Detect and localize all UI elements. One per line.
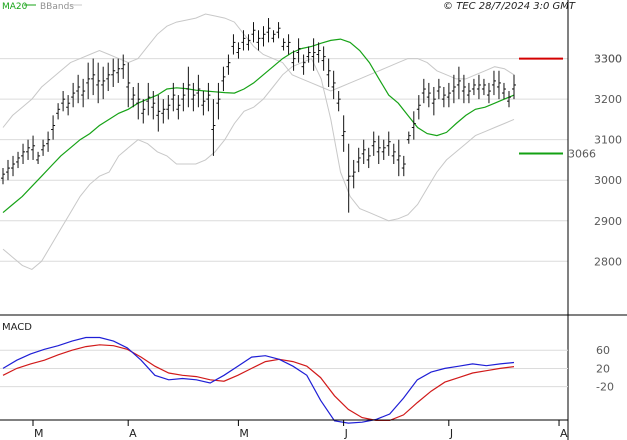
- month-label: M: [34, 427, 44, 440]
- macd-tick-label: -20: [596, 381, 614, 394]
- price-tick-label: 3100: [594, 134, 622, 147]
- macd-tick-label: 20: [596, 362, 610, 375]
- month-label: J: [449, 427, 453, 440]
- macd-title: MACD: [2, 322, 32, 333]
- stock-chart: 280029003000310032003300 3300 3066 MA20 …: [0, 0, 627, 440]
- copyright-label: © TEC 28/7/2024 3:0 GMT: [443, 1, 576, 12]
- month-label: M: [239, 427, 249, 440]
- price-axis: 2800 2900 3000 3100 3200 3300: [594, 53, 622, 269]
- month-axis: MAMJJA: [32, 420, 568, 440]
- macd-axis: 60 20 -20: [596, 344, 614, 393]
- month-label: J: [344, 427, 348, 440]
- macd-grid: [0, 349, 568, 388]
- month-label: A: [129, 427, 137, 440]
- resistance-label: 3300: [594, 53, 622, 66]
- price-tick-label: 3000: [594, 174, 622, 187]
- month-label: A: [560, 427, 568, 440]
- price-tick-label: 2800: [594, 255, 622, 268]
- price-tick-label: 3200: [594, 93, 622, 106]
- macd-tick-label: 60: [596, 344, 610, 357]
- legend-ma20: MA20: [2, 2, 28, 12]
- support-label: 3066: [568, 147, 596, 160]
- legend-bbands: BBands: [40, 2, 74, 12]
- price-tick-label: 2900: [594, 215, 622, 228]
